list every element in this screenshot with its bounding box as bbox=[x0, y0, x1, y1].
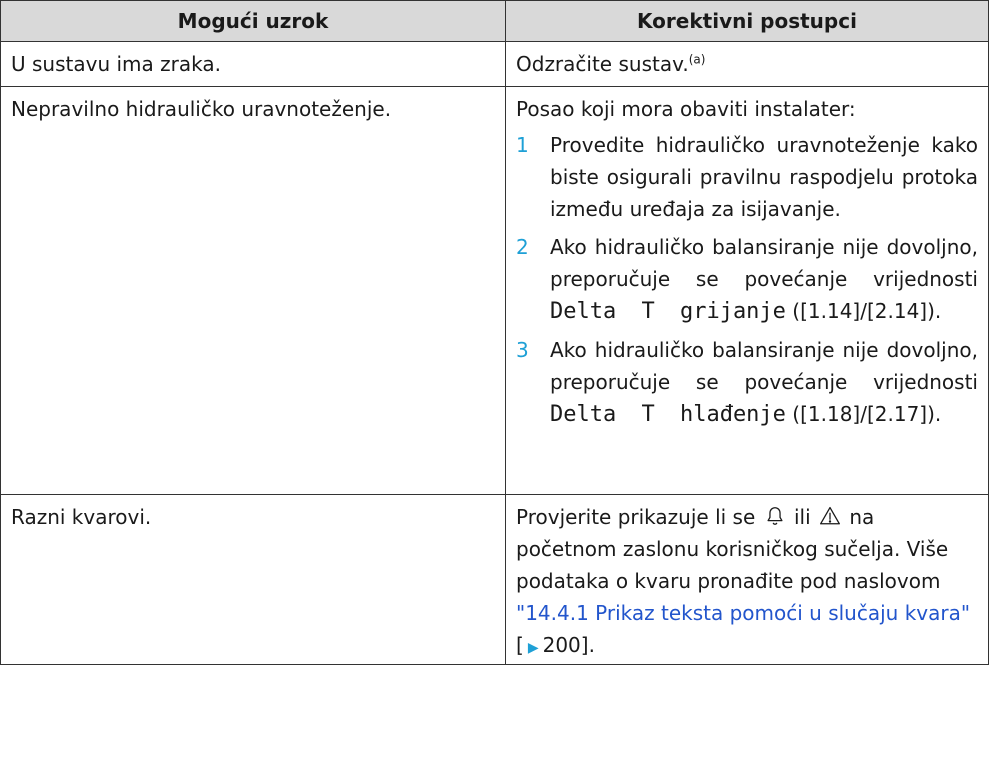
cause-cell: U sustavu ima zraka. bbox=[0, 41, 506, 87]
setting-code: ([1.14]/[2.14]). bbox=[792, 299, 942, 323]
step-text: Ako hidrauličko balansiranje nije dovolj… bbox=[550, 235, 978, 291]
step-item: 1 Provedite hidrauličko uravnoteženje ka… bbox=[516, 129, 978, 225]
page-ref-open: [ bbox=[516, 633, 524, 657]
table-row: U sustavu ima zraka. Odzračite sustav.(a… bbox=[0, 41, 989, 87]
step-text-wrap: Ako hidrauličko balansiranje nije dovolj… bbox=[550, 334, 978, 431]
step-text: Provedite hidrauličko uravnoteženje kako… bbox=[550, 133, 978, 221]
cause-cell: Nepravilno hidrauličko uravnoteženje. bbox=[0, 86, 506, 495]
cause-text: U sustavu ima zraka. bbox=[11, 52, 221, 76]
setting-name: Delta T hlađenje bbox=[550, 402, 786, 427]
installer-intro: Posao koji mora obaviti instalater: bbox=[516, 97, 856, 121]
step-number: 2 bbox=[516, 235, 529, 259]
header-corrective-action: Korektivni postupci bbox=[505, 0, 989, 42]
instruction-text: Provjerite prikazuje li se bbox=[516, 505, 756, 529]
step-item: 3 Ako hidrauličko balansiranje nije dovo… bbox=[516, 334, 978, 431]
page-ref-arrow-icon: ▶ bbox=[527, 640, 539, 656]
action-cell: Provjerite prikazuje li se ili na početn… bbox=[505, 494, 989, 665]
page-ref-close: ]. bbox=[580, 633, 595, 657]
bell-icon bbox=[764, 504, 786, 526]
step-number: 3 bbox=[516, 338, 529, 362]
cause-cell: Razni kvarovi. bbox=[0, 494, 506, 665]
fault-instructions: Provjerite prikazuje li se ili na početn… bbox=[516, 495, 978, 664]
help-text-link[interactable]: "14.4.1 Prikaz teksta pomoći u slučaju k… bbox=[516, 601, 970, 625]
action-text-wrap: Odzračite sustav.(a) bbox=[516, 42, 978, 80]
troubleshooting-table: Mogući uzrok Korektivni postupci U susta… bbox=[0, 0, 989, 665]
step-text: Ako hidrauličko balansiranje nije dovolj… bbox=[550, 338, 978, 394]
table-header-row: Mogući uzrok Korektivni postupci bbox=[0, 0, 989, 42]
action-cell: Posao koji mora obaviti instalater: 1 Pr… bbox=[505, 86, 989, 495]
table-row: Razni kvarovi. Provjerite prikazuje li s… bbox=[0, 494, 989, 665]
action-text: Odzračite sustav. bbox=[516, 52, 689, 76]
warning-triangle-icon bbox=[819, 504, 841, 526]
cause-text: Razni kvarovi. bbox=[11, 505, 152, 529]
step-number: 1 bbox=[516, 133, 529, 157]
setting-code: ([1.18]/[2.17]). bbox=[792, 402, 942, 426]
header-possible-cause: Mogući uzrok bbox=[0, 0, 506, 42]
cause-text: Nepravilno hidrauličko uravnoteženje. bbox=[11, 97, 392, 121]
or-text: ili bbox=[793, 505, 811, 529]
footnote-marker: (a) bbox=[688, 52, 706, 67]
step-item: 2 Ako hidrauličko balansiranje nije dovo… bbox=[516, 231, 978, 328]
action-cell: Odzračite sustav.(a) bbox=[505, 41, 989, 87]
table-row: Nepravilno hidrauličko uravnoteženje. Po… bbox=[0, 86, 989, 495]
setting-name: Delta T grijanje bbox=[550, 299, 786, 324]
step-text-wrap: Ako hidrauličko balansiranje nije dovolj… bbox=[550, 231, 978, 328]
page-ref-number[interactable]: 200 bbox=[543, 633, 581, 657]
